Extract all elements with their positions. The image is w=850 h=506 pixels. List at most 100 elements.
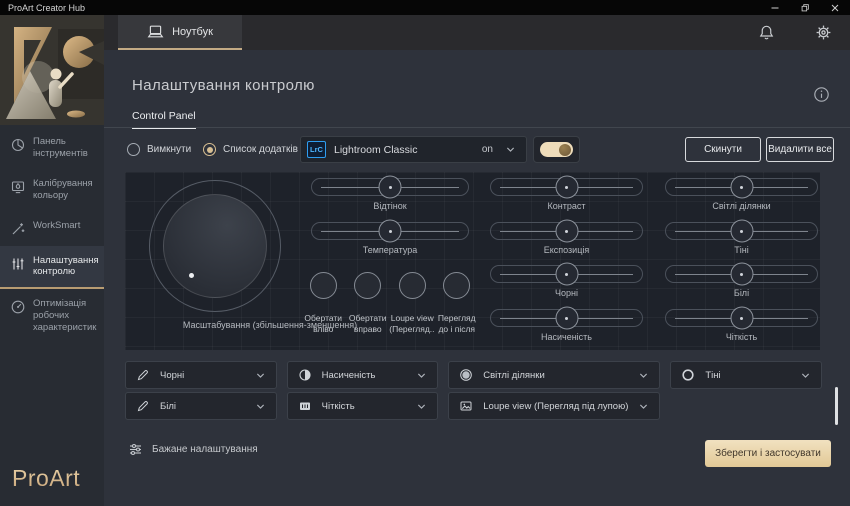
color-calibration-icon <box>10 179 26 195</box>
slider-knob[interactable] <box>379 176 402 199</box>
slider-whites: Білі <box>665 265 818 298</box>
slider-track[interactable] <box>665 178 818 196</box>
slider-knob[interactable] <box>730 220 753 243</box>
slider-knob[interactable] <box>730 176 753 199</box>
control-settings-icon <box>10 256 26 272</box>
rotate-left-button[interactable] <box>310 272 337 299</box>
slider-track[interactable] <box>490 222 643 240</box>
slider-track[interactable] <box>490 265 643 283</box>
slider-knob[interactable] <box>379 220 402 243</box>
pencil-icon <box>136 399 150 413</box>
dropdown-label: Світлі ділянки <box>483 370 628 381</box>
slider-knob[interactable] <box>555 263 578 286</box>
dropdown-label: Насиченість <box>322 370 407 381</box>
round-button-label: Loupe view (Перегляд... <box>389 313 435 337</box>
dropdown-whites[interactable]: Білі <box>125 392 277 420</box>
sidebar-item-performance[interactable]: Оптимізація робочих характеристик <box>0 289 104 343</box>
sidebar-item-label: Панель інструментів <box>33 136 96 160</box>
slider-knob[interactable] <box>555 176 578 199</box>
slider-track[interactable] <box>665 222 818 240</box>
round-button-label: Перегляд до і після ліво/... <box>434 313 480 337</box>
dial-indicator-dot <box>189 273 194 278</box>
app-enable-toggle[interactable] <box>533 136 580 163</box>
slider-knob[interactable] <box>730 307 753 330</box>
dashboard-icon <box>10 137 26 153</box>
slider-track[interactable] <box>490 309 643 327</box>
preferences-link[interactable]: Бажане налаштування <box>128 442 258 457</box>
notifications-bell-icon[interactable] <box>758 24 775 41</box>
dropdown-saturation[interactable]: Насиченість <box>287 361 439 389</box>
dropdown-highlights[interactable]: Світлі ділянки <box>448 361 660 389</box>
slider-track[interactable] <box>665 265 818 283</box>
slider-clarity: Чіткість <box>665 309 818 342</box>
close-button[interactable] <box>820 0 850 15</box>
worksmart-wand-icon <box>10 221 26 237</box>
slider-knob[interactable] <box>555 220 578 243</box>
save-and-apply-button[interactable]: Зберегти і застосувати <box>705 440 831 467</box>
preferences-sliders-icon <box>128 442 143 457</box>
dropdown-label: Білі <box>160 401 245 412</box>
chevron-down-icon <box>638 371 649 380</box>
loupe-view-button[interactable] <box>399 272 426 299</box>
performance-gauge-icon <box>10 299 26 315</box>
radio-disable[interactable]: Вимкнути <box>127 136 191 163</box>
info-icon[interactable] <box>813 86 830 103</box>
dropdown-clarity[interactable]: Чіткість <box>287 392 439 420</box>
settings-gear-icon[interactable] <box>815 24 832 41</box>
dropdown-blacks[interactable]: Чорні <box>125 361 277 389</box>
assign-dropdown-grid: Чорні Насиченість Світлі ділянки <box>125 361 822 420</box>
dropdown-shadows[interactable]: Тіні <box>670 361 822 389</box>
chevron-down-icon <box>638 402 649 411</box>
chevron-down-icon <box>800 371 811 380</box>
tab-laptop[interactable]: Ноутбук <box>118 15 242 50</box>
slider-exposure: Експозиція <box>490 222 643 255</box>
slider-label: Світлі ділянки <box>665 201 818 211</box>
delete-all-button[interactable]: Видалити все <box>766 137 834 162</box>
before-after-button[interactable] <box>443 272 470 299</box>
dropdown-label: Чорні <box>160 370 245 381</box>
preferences-label: Бажане налаштування <box>152 444 258 455</box>
rotate-left-cell: Обертати вліво <box>301 272 346 337</box>
slider-highlights: Світлі ділянки <box>665 178 818 211</box>
proart-logo: ProArt <box>12 465 80 492</box>
chevron-down-icon <box>416 402 427 411</box>
slider-label: Контраст <box>490 201 643 211</box>
slider-knob[interactable] <box>555 307 578 330</box>
zoom-dial[interactable] <box>149 180 281 312</box>
slider-shadows: Тіні <box>665 222 818 255</box>
radio-disable-circle <box>127 143 140 156</box>
dropdown-loupe-view[interactable]: Loupe view (Перегляд під лупою) <box>448 392 660 420</box>
slider-label: Температура <box>311 245 469 255</box>
sidebar-item-control-settings[interactable]: Налаштування контролю <box>0 246 104 290</box>
sidebar-item-label: Калібрування кольору <box>33 178 96 202</box>
app-select-value: Lightroom Classic <box>334 144 474 156</box>
app-select-dropdown[interactable]: LrC Lightroom Classic on <box>300 136 527 163</box>
scrollbar-thumb[interactable] <box>835 387 838 425</box>
titlebar: ProArt Creator Hub <box>0 0 850 15</box>
sidebar-item-color-calibration[interactable]: Калібрування кольору <box>0 169 104 211</box>
toggle-knob <box>559 144 571 156</box>
sidebar-item-label: Налаштування контролю <box>33 255 99 279</box>
slider-track[interactable] <box>311 178 469 196</box>
reset-button[interactable]: Скинути <box>685 137 761 162</box>
sidebar-item-worksmart[interactable]: WorkSmart <box>0 211 104 246</box>
slider-label: Чорні <box>490 288 643 298</box>
chevron-down-icon <box>255 402 266 411</box>
filled-circle-icon <box>459 368 473 382</box>
slider-track[interactable] <box>665 309 818 327</box>
slider-column-2: Контраст Експозиція Чорні Насиченість <box>490 172 643 350</box>
maximize-button[interactable] <box>790 0 820 15</box>
minimize-button[interactable] <box>760 0 790 15</box>
zoom-dial-knob[interactable] <box>163 194 267 298</box>
sidebar-item-label: WorkSmart <box>33 220 80 232</box>
rotate-right-button[interactable] <box>354 272 381 299</box>
slider-knob[interactable] <box>730 263 753 286</box>
slider-track[interactable] <box>311 222 469 240</box>
sidebar-item-dashboard[interactable]: Панель інструментів <box>0 127 104 169</box>
half-circle-icon <box>298 368 312 382</box>
window-controls <box>760 0 850 15</box>
slider-track[interactable] <box>490 178 643 196</box>
slider-label: Відтінок <box>311 201 469 211</box>
slider-label: Тіні <box>665 245 818 255</box>
radio-app-list[interactable]: Список додатків <box>203 136 298 163</box>
